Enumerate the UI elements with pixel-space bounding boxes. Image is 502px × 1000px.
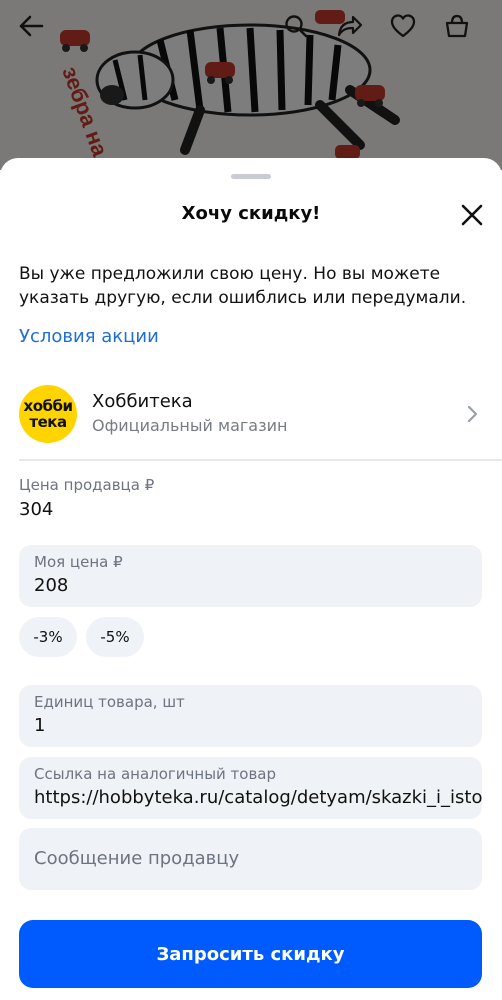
promo-terms-link[interactable]: Условия акции	[19, 326, 159, 347]
back-arrow-icon[interactable]	[15, 10, 47, 42]
discount-chip-3[interactable]: -3%	[19, 617, 77, 657]
similar-product-link-label: Ссылка на аналогичный товар	[34, 765, 277, 783]
quantity-field[interactable]: Единиц товара, шт 1	[19, 685, 482, 747]
seller-logo-line1: хобби	[23, 397, 73, 415]
similar-product-link-input[interactable]: https://hobbyteka.ru/catalog/detyam/skaz…	[34, 787, 482, 808]
sheet-title: Хочу скидку!	[181, 203, 321, 224]
search-icon[interactable]	[280, 10, 312, 42]
request-discount-button[interactable]: Запросить скидку	[19, 920, 482, 988]
basket-icon[interactable]	[441, 10, 473, 42]
seller-price-value: 304	[19, 499, 54, 520]
quantity-label: Единиц товара, шт	[34, 693, 185, 711]
discount-chip-5[interactable]: -5%	[86, 617, 144, 657]
seller-message-placeholder[interactable]: Сообщение продавцу	[34, 848, 239, 869]
product-image-area: зебра на	[0, 0, 502, 170]
seller-row[interactable]: хобби тека Хоббитека Официальный магазин	[0, 380, 502, 460]
seller-message-field[interactable]: Сообщение продавцу	[19, 828, 482, 890]
divider	[19, 459, 502, 461]
seller-price-label: Цена продавца ₽	[19, 476, 155, 494]
seller-name: Хоббитека	[92, 391, 193, 412]
my-price-input[interactable]: 208	[34, 575, 68, 596]
sheet-description: Вы уже предложили свою цену. Но вы может…	[19, 264, 467, 308]
heart-icon[interactable]	[387, 10, 419, 42]
top-bar	[0, 0, 502, 52]
seller-logo: хобби тека	[19, 385, 77, 443]
seller-logo-line2: тека	[29, 413, 67, 431]
chevron-right-icon	[462, 402, 482, 426]
share-icon[interactable]	[333, 10, 365, 42]
my-price-label: Моя цена ₽	[34, 553, 123, 571]
seller-subtitle: Официальный магазин	[92, 416, 288, 435]
quantity-input[interactable]: 1	[34, 715, 45, 736]
sheet-grabber[interactable]	[231, 174, 271, 179]
my-price-field[interactable]: Моя цена ₽ 208	[19, 545, 482, 607]
close-icon[interactable]	[457, 200, 487, 230]
discount-request-sheet: Хочу скидку! Вы уже предложили свою цену…	[0, 158, 502, 1000]
similar-product-link-field[interactable]: Ссылка на аналогичный товар https://hobb…	[19, 757, 482, 819]
